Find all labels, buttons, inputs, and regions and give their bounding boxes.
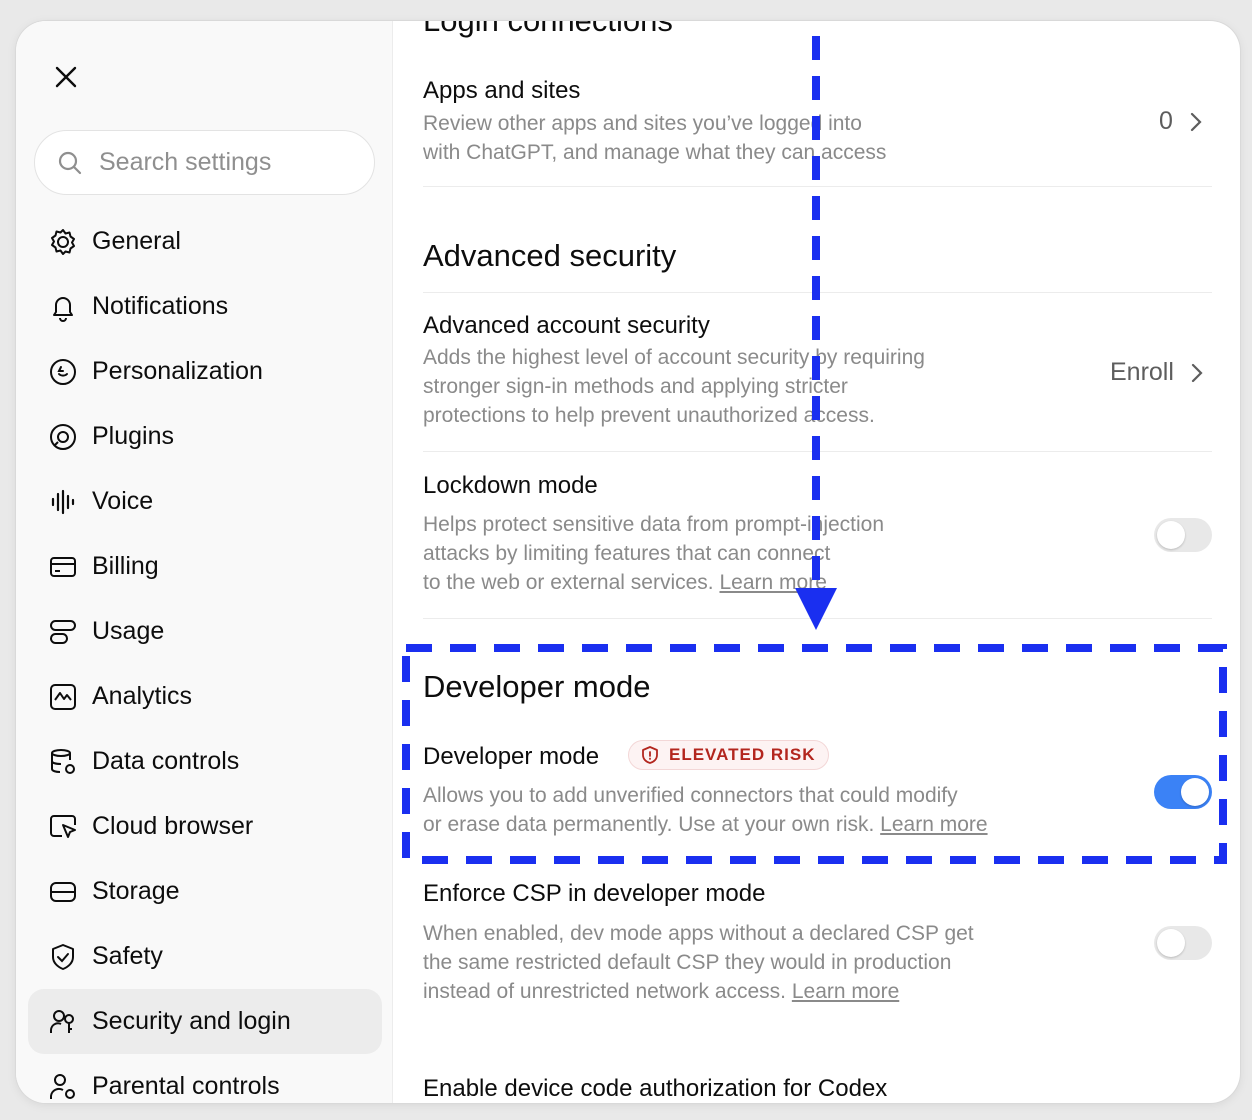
sidebar-item-usage[interactable]: Usage [28, 599, 382, 664]
sidebar-item-label: Security and login [92, 1007, 291, 1035]
apps-sites-description: Review other apps and sites you’ve logge… [423, 112, 887, 164]
lockdown-mode-description: Helps protect sensitive data from prompt… [423, 513, 885, 594]
csp-learn-more-link[interactable]: Learn more [792, 980, 899, 1003]
sidebar-item-label: Notifications [92, 292, 229, 320]
plugins-icon [46, 420, 80, 454]
apps-sites-count-button[interactable]: 0 [1159, 107, 1203, 136]
cloud-browser-icon [46, 810, 80, 844]
login-connections-heading: Login connections [423, 21, 673, 39]
divider [423, 186, 1212, 187]
divider [423, 292, 1212, 293]
settings-nav: General Notifications Personalization Pl… [28, 209, 382, 1103]
sidebar-item-label: General [92, 227, 181, 255]
toggle-knob [1181, 778, 1209, 806]
bell-icon [46, 290, 80, 324]
divider [423, 451, 1212, 452]
usage-icon [46, 615, 80, 649]
enroll-button[interactable]: Enroll [1110, 358, 1204, 387]
settings-sidebar: General Notifications Personalization Pl… [16, 21, 393, 1103]
sidebar-item-safety[interactable]: Safety [28, 924, 382, 989]
sidebar-item-label: Data controls [92, 747, 240, 775]
sidebar-item-label: Storage [92, 877, 180, 905]
sidebar-item-personalization[interactable]: Personalization [28, 339, 382, 404]
sidebar-item-general[interactable]: General [28, 209, 382, 274]
lockdown-learn-more-link[interactable]: Learn more [719, 571, 826, 594]
lockdown-mode-title: Lockdown mode [423, 472, 598, 499]
voice-waveform-icon [46, 485, 80, 519]
sidebar-item-cloud-browser[interactable]: Cloud browser [28, 794, 382, 859]
enforce-csp-title: Enforce CSP in developer mode [423, 880, 766, 907]
sidebar-item-security-and-login[interactable]: Security and login [28, 989, 382, 1054]
sidebar-item-plugins[interactable]: Plugins [28, 404, 382, 469]
lockdown-mode-toggle[interactable] [1154, 518, 1212, 552]
shield-alert-icon [642, 746, 658, 764]
advanced-account-description: Adds the highest level of account securi… [423, 346, 925, 427]
security-people-icon [46, 1005, 80, 1039]
apps-sites-count: 0 [1159, 107, 1173, 135]
developer-mode-heading: Developer mode [423, 669, 651, 704]
settings-content: Login connections Apps and sites Review … [393, 21, 1240, 1103]
sidebar-item-label: Cloud browser [92, 812, 254, 840]
card-icon [46, 550, 80, 584]
sidebar-item-label: Voice [92, 487, 154, 515]
storage-drive-icon [46, 875, 80, 909]
search-box[interactable] [34, 130, 375, 195]
personalization-icon [46, 355, 80, 389]
advanced-security-heading: Advanced security [423, 238, 677, 273]
developer-mode-toggle[interactable] [1154, 775, 1212, 809]
sidebar-item-notifications[interactable]: Notifications [28, 274, 382, 339]
gear-icon [46, 225, 80, 259]
enroll-label: Enroll [1110, 358, 1174, 386]
search-icon [58, 151, 82, 174]
analytics-chart-icon [46, 680, 80, 714]
parental-icon [46, 1070, 80, 1104]
apps-sites-title: Apps and sites [423, 77, 581, 104]
sidebar-item-label: Analytics [92, 682, 193, 710]
sidebar-item-analytics[interactable]: Analytics [28, 664, 382, 729]
codex-device-code-title: Enable device code authorization for Cod… [423, 1075, 888, 1102]
divider [423, 618, 1212, 619]
enforce-csp-toggle[interactable] [1154, 926, 1212, 960]
database-gear-icon [46, 745, 80, 779]
toggle-knob [1157, 929, 1185, 957]
sidebar-item-parental-controls[interactable]: Parental controls [28, 1054, 382, 1103]
sidebar-item-storage[interactable]: Storage [28, 859, 382, 924]
chevron-right-icon [1190, 112, 1202, 131]
sidebar-item-label: Billing [92, 552, 159, 580]
sidebar-item-label: Plugins [92, 422, 174, 450]
developer-mode-title: Developer mode [423, 743, 600, 770]
toggle-knob [1157, 521, 1185, 549]
close-icon [55, 66, 77, 88]
sidebar-item-label: Safety [92, 942, 163, 970]
developer-learn-more-link[interactable]: Learn more [880, 813, 987, 836]
close-button[interactable] [50, 61, 82, 93]
sidebar-item-voice[interactable]: Voice [28, 469, 382, 534]
elevated-risk-badge: ELEVATED RISK [628, 740, 829, 770]
sidebar-item-label: Usage [92, 617, 165, 645]
sidebar-item-billing[interactable]: Billing [28, 534, 382, 599]
developer-mode-description: Allows you to add unverified connectors … [423, 784, 988, 836]
sidebar-item-label: Parental controls [92, 1072, 280, 1100]
chevron-right-icon [1191, 363, 1203, 382]
sidebar-item-data-controls[interactable]: Data controls [28, 729, 382, 794]
search-input[interactable] [99, 148, 339, 177]
sidebar-item-label: Personalization [92, 357, 263, 385]
settings-dialog: General Notifications Personalization Pl… [16, 21, 1240, 1103]
shield-check-icon [46, 940, 80, 974]
advanced-account-title: Advanced account security [423, 312, 710, 339]
enforce-csp-description: When enabled, dev mode apps without a de… [423, 922, 974, 1003]
